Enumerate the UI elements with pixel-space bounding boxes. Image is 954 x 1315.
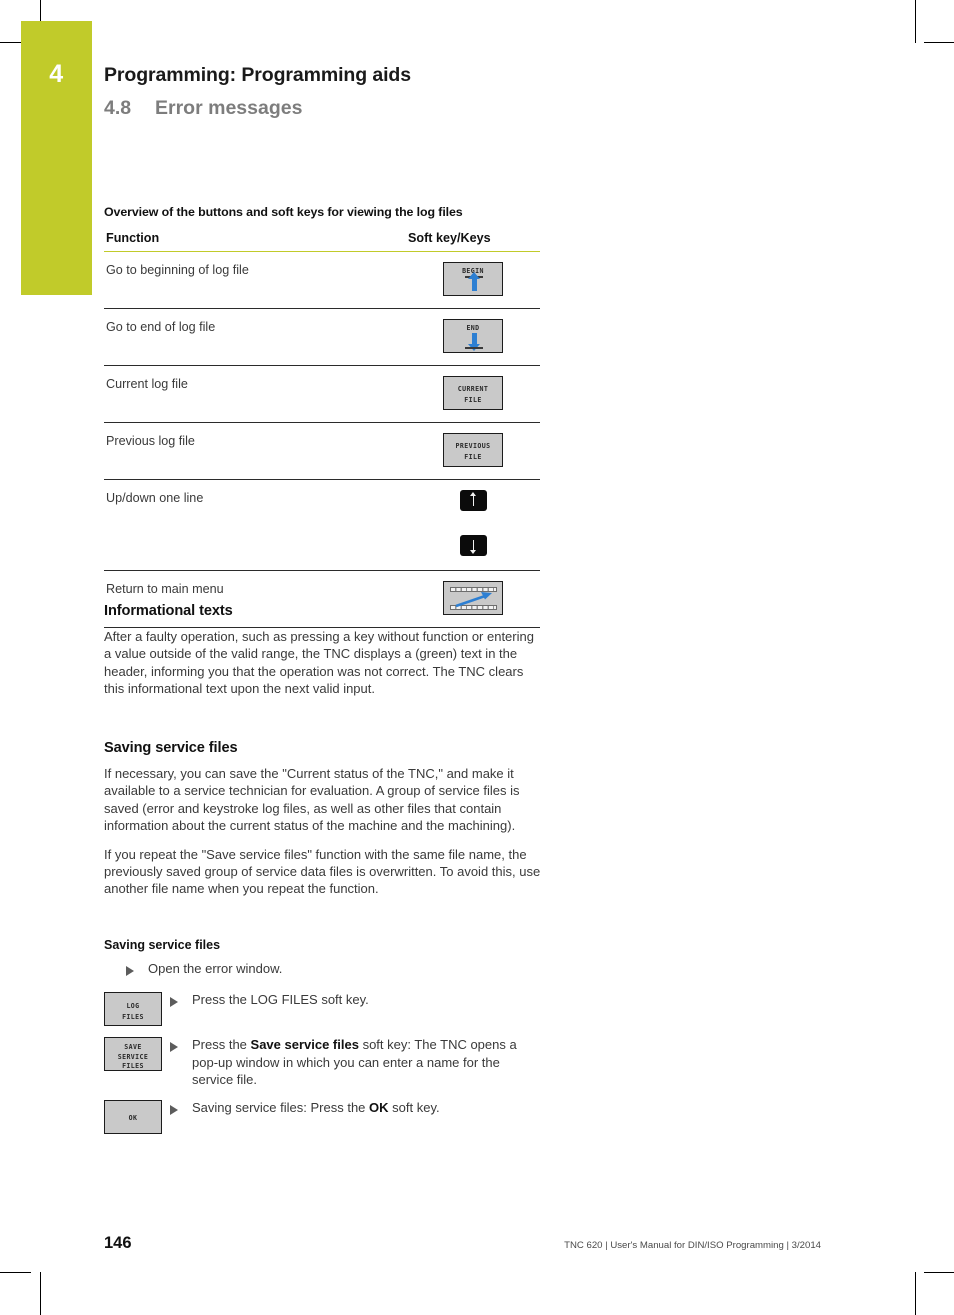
end-rule — [465, 347, 483, 349]
row-softkey-cell: CURRENT FILE — [406, 365, 540, 423]
triangle-bullet-icon — [170, 1104, 178, 1115]
saving-procedure-block: Saving service files Open the error wind… — [104, 938, 542, 1140]
procedure-heading: Saving service files — [104, 938, 221, 952]
column-header-function: Function — [104, 231, 406, 252]
step-bullet — [170, 1099, 192, 1120]
section-number: 4.8 — [104, 97, 132, 119]
triangle-bullet-icon — [126, 966, 134, 976]
informational-texts-section: Informational texts After a faulty opera… — [104, 603, 542, 698]
crop-mark-bottom-left-vertical — [40, 1272, 41, 1315]
step-text-bold: OK — [369, 1099, 389, 1115]
footer-note: TNC 620 | User's Manual for DIN/ISO Prog… — [564, 1240, 821, 1251]
page-title: Programming: Programming aids — [104, 64, 411, 86]
table-caption: Overview of the buttons and soft keys fo… — [104, 205, 463, 219]
previous-file-softkey-icon[interactable]: PREVIOUS FILE — [443, 433, 503, 467]
procedure-step: Open the error window. — [104, 960, 542, 981]
step-text: Press the Save service files soft key: T… — [192, 1036, 542, 1089]
row-softkey-cell: PREVIOUS FILE — [406, 422, 540, 480]
arrow-up-icon — [467, 272, 480, 291]
section-title: Error messages — [155, 97, 303, 119]
table-row: Previous log file PREVIOUS FILE — [104, 422, 540, 480]
current-file-softkey-icon[interactable]: CURRENT FILE — [443, 376, 503, 410]
crop-mark-bottom-left-horizontal — [0, 1272, 31, 1273]
step-text-pre: Saving service files: Press the — [192, 1099, 370, 1115]
arrow-down-hardkey-icon[interactable] — [459, 535, 487, 556]
procedure-step: LOG FILES Press the LOG FILES soft key. — [104, 991, 542, 1026]
step-bullet — [126, 960, 148, 981]
ok-softkey[interactable]: OK — [104, 1099, 162, 1134]
crop-mark-bottom-right-vertical — [915, 1272, 916, 1315]
current-file-softkey-label: CURRENT FILE — [457, 385, 489, 404]
step-text-bold: Save service files — [250, 1037, 359, 1052]
crop-mark-bottom-right-horizontal — [924, 1272, 954, 1273]
arrow-down-glyph — [470, 540, 476, 554]
step-key-slot — [104, 960, 126, 961]
row-function-label: Current log file — [104, 365, 406, 423]
step-text-post: soft key. — [388, 1099, 440, 1115]
informational-texts-heading: Informational texts — [104, 603, 233, 619]
step-bullet — [170, 991, 192, 1012]
table-header-row: Function Soft key/Keys — [104, 231, 540, 252]
procedure-step: SAVE SERVICE FILES Press the Save servic… — [104, 1036, 542, 1089]
step-bullet — [170, 1036, 192, 1057]
step-text: Saving service files: Press the OK soft … — [192, 1099, 542, 1117]
step-key-slot: OK — [104, 1099, 170, 1134]
softkey-overview-table-block: Overview of the buttons and soft keys fo… — [104, 205, 540, 628]
row-function-label: Up/down one line — [104, 479, 406, 571]
triangle-bullet-icon — [170, 1042, 178, 1052]
arrow-up-glyph — [470, 492, 476, 506]
column-header-softkey: Soft key/Keys — [406, 231, 540, 252]
row-function-label: Previous log file — [104, 422, 406, 480]
crop-mark-top-right-vertical — [915, 0, 916, 43]
arrow-down-icon — [467, 333, 480, 351]
saving-paragraph-2: If you repeat the "Save service files" f… — [104, 846, 541, 897]
previous-file-softkey-label: PREVIOUS FILE — [455, 442, 491, 461]
arrow-up-hardkey-icon[interactable] — [459, 490, 487, 511]
saving-service-files-section: Saving service files If necessary, you c… — [104, 740, 542, 898]
page-number: 146 — [104, 1234, 132, 1252]
saving-service-files-heading: Saving service files — [104, 740, 238, 756]
row-softkey-cell: BEGIN — [406, 251, 540, 309]
table-row: Up/down one line — [104, 479, 540, 571]
crop-mark-top-right-horizontal — [924, 42, 954, 43]
end-softkey-label: END — [466, 324, 480, 332]
step-key-slot: LOG FILES — [104, 991, 170, 1026]
log-files-softkey[interactable]: LOG FILES — [104, 992, 162, 1026]
step-text: Open the error window. — [148, 961, 283, 976]
softkey-overview-table: Function Soft key/Keys Go to beginning o… — [104, 231, 540, 628]
triangle-bullet-icon — [170, 997, 178, 1007]
page-header: Programming: Programming aids 4.8 Error … — [104, 62, 804, 121]
step-text: Press the LOG FILES soft key. — [192, 992, 369, 1007]
saving-paragraph-1: If necessary, you can save the "Current … — [104, 766, 520, 834]
procedure-step: OK Saving service files: Press the OK so… — [104, 1099, 542, 1134]
section-heading: 4.8 Error messages — [104, 95, 804, 121]
row-softkey-cell: END — [406, 308, 540, 366]
save-service-files-softkey[interactable]: SAVE SERVICE FILES — [104, 1037, 162, 1071]
row-softkey-cell — [406, 479, 540, 571]
chapter-number: 4 — [49, 60, 64, 88]
step-text-pre: Press the — [192, 1037, 251, 1052]
end-softkey-icon[interactable]: END — [443, 319, 503, 353]
begin-softkey-icon[interactable]: BEGIN — [443, 262, 503, 296]
table-row: Go to end of log file END — [104, 308, 540, 366]
row-function-label: Go to beginning of log file — [104, 251, 406, 309]
table-row: Go to beginning of log file BEGIN — [104, 251, 540, 309]
row-function-label: Go to end of log file — [104, 308, 406, 366]
table-row: Current log file CURRENT FILE — [104, 365, 540, 423]
step-key-slot: SAVE SERVICE FILES — [104, 1036, 170, 1073]
informational-texts-paragraph: After a faulty operation, such as pressi… — [104, 629, 534, 697]
